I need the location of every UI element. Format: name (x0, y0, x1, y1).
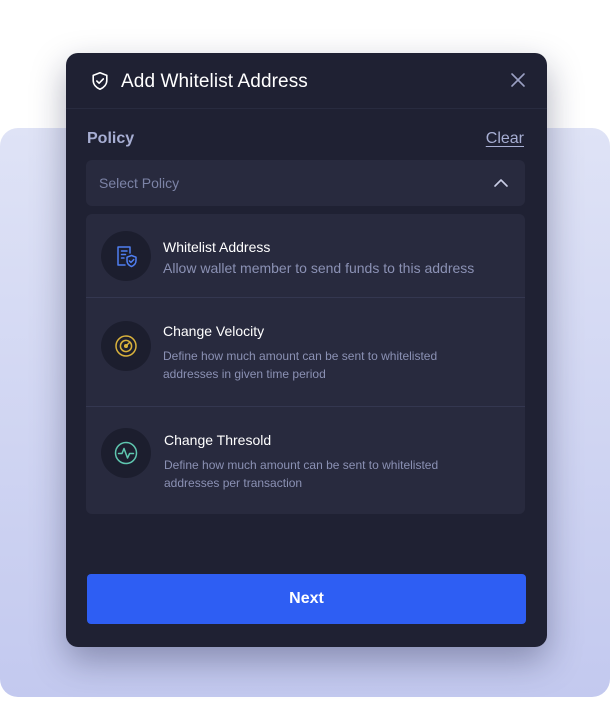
clear-link[interactable]: Clear (486, 129, 524, 149)
modal-header: Add Whitelist Address (66, 53, 547, 109)
shield-check-icon (90, 71, 110, 91)
option-whitelist-address[interactable]: Whitelist Address Allow wallet member to… (86, 214, 525, 298)
policy-options-list: Whitelist Address Allow wallet member to… (86, 214, 525, 514)
policy-label: Policy (87, 130, 135, 147)
document-shield-icon (101, 231, 151, 281)
policy-select[interactable]: Select Policy (86, 160, 525, 206)
select-placeholder: Select Policy (99, 175, 180, 191)
option-change-thresold[interactable]: Change Thresold Define how much amount c… (86, 407, 525, 514)
speedometer-icon (101, 321, 151, 371)
option-title: Whitelist Address (163, 239, 271, 255)
option-title: Change Velocity (163, 323, 265, 339)
modal-title: Add Whitelist Address (121, 71, 308, 92)
add-whitelist-modal: Add Whitelist Address Policy Clear Selec… (66, 53, 547, 647)
option-change-velocity[interactable]: Change Velocity Define how much amount c… (86, 298, 525, 407)
close-icon[interactable] (507, 69, 529, 91)
chevron-up-icon (493, 176, 509, 190)
option-description: Allow wallet member to send funds to thi… (163, 260, 475, 276)
option-description: Define how much amount can be sent to wh… (163, 349, 438, 381)
next-button[interactable]: Next (87, 574, 526, 624)
pulse-icon (101, 428, 151, 478)
option-title: Change Thresold (164, 432, 272, 448)
option-description: Define how much amount can be sent to wh… (164, 458, 439, 490)
